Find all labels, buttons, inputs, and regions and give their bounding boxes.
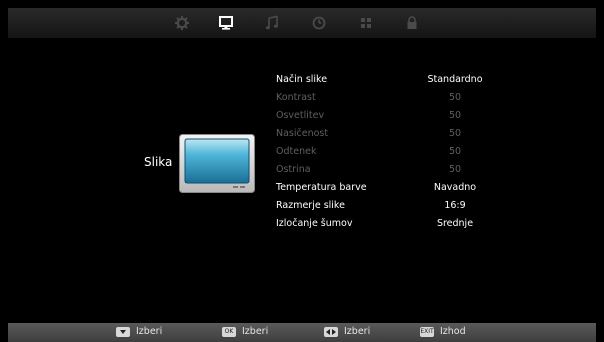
- hint-label: Izberi: [136, 326, 163, 337]
- setting-label: Temperatura barve: [276, 182, 367, 193]
- setting-row-saturation: Nasičenost 50: [276, 128, 516, 144]
- setting-row-color-temperature[interactable]: Temperatura barve Navadno: [276, 182, 516, 198]
- setting-value: 50: [448, 110, 462, 121]
- left-right-arrow-key-icon: [324, 327, 338, 337]
- setting-label: Odtenek: [276, 146, 317, 157]
- grid-icon[interactable]: [358, 15, 374, 31]
- tv-menu-screen: Slika Način slike Standardno Kontrast 50…: [0, 0, 604, 342]
- top-tab-bar: [8, 8, 596, 38]
- down-arrow-key-icon: [116, 327, 130, 337]
- setting-label: Način slike: [276, 74, 328, 85]
- setting-row-sharpness: Ostrina 50: [276, 164, 516, 180]
- ok-key-icon: OK: [222, 327, 236, 337]
- section-title: Slika: [144, 155, 173, 169]
- setting-label: Ostrina: [276, 164, 311, 175]
- setting-label: Izločanje šumov: [276, 218, 353, 229]
- setting-value: Srednje: [436, 218, 474, 229]
- setting-row-contrast: Kontrast 50: [276, 92, 516, 108]
- hint-label: Izberi: [344, 326, 371, 337]
- exit-key-icon: EXIT: [420, 327, 434, 337]
- setting-row-noise-reduction[interactable]: Izločanje šumov Srednje: [276, 218, 516, 234]
- setting-label: Osvetlitev: [276, 110, 325, 121]
- setting-row-aspect-ratio[interactable]: Razmerje slike 16:9: [276, 200, 516, 216]
- setting-value: Standardno: [427, 74, 483, 85]
- setting-value: Navadno: [433, 182, 477, 193]
- setting-label: Nasičenost: [276, 128, 329, 139]
- hint-label: Izberi: [242, 326, 269, 337]
- setting-value: 50: [448, 92, 462, 103]
- music-note-icon[interactable]: [264, 15, 280, 31]
- setting-value: 16:9: [444, 200, 466, 211]
- gear-icon[interactable]: [174, 15, 190, 31]
- setting-row-tint: Odtenek 50: [276, 146, 516, 162]
- clock-icon[interactable]: [311, 15, 327, 31]
- hint-label: Izhod: [440, 326, 466, 337]
- setting-label: Kontrast: [276, 92, 316, 103]
- footer-hint-bar: Izberi OK Izberi Izberi EXIT Izhod: [8, 323, 596, 342]
- tv-picture-icon: [179, 134, 255, 194]
- monitor-icon[interactable]: [218, 15, 234, 31]
- setting-row-brightness: Osvetlitev 50: [276, 110, 516, 126]
- setting-value: 50: [448, 164, 462, 175]
- setting-row-picture-mode[interactable]: Način slike Standardno: [276, 74, 516, 90]
- lock-icon[interactable]: [404, 15, 420, 31]
- setting-value: 50: [448, 128, 462, 139]
- setting-label: Razmerje slike: [276, 200, 345, 211]
- setting-value: 50: [448, 146, 462, 157]
